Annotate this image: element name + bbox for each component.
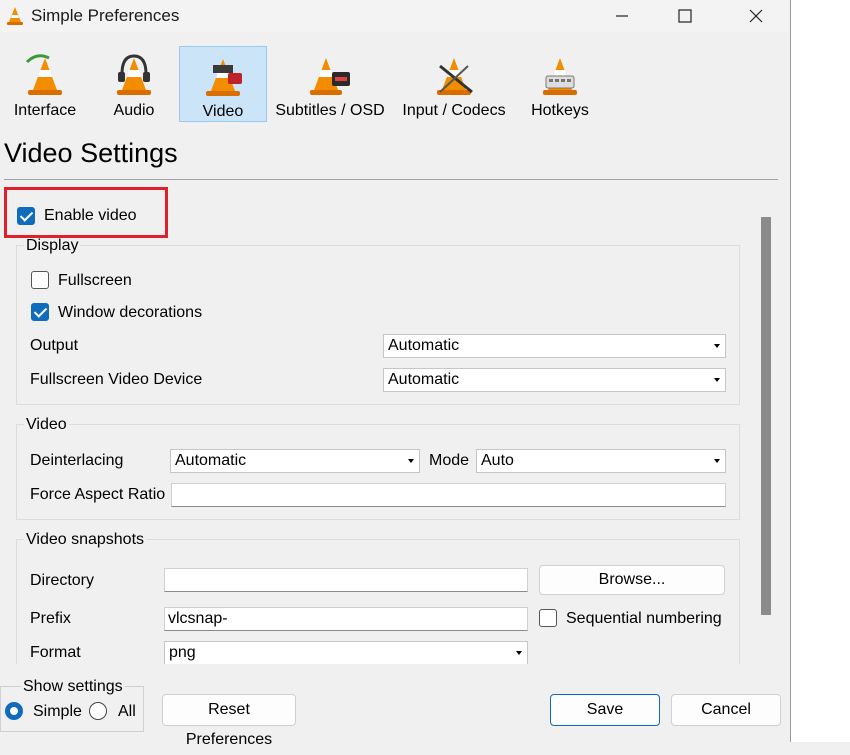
tab-audio[interactable]: Audio	[96, 46, 172, 122]
fullscreen-device-select[interactable]: Automatic	[383, 368, 726, 392]
scrollbar-thumb[interactable]	[761, 217, 771, 615]
tab-video[interactable]: Video	[179, 46, 267, 122]
subtitles-cone-icon	[310, 58, 350, 95]
mode-value: Auto	[481, 452, 514, 469]
fullscreen-label: Fullscreen	[58, 272, 132, 289]
browse-button[interactable]: Browse...	[539, 565, 725, 595]
output-value: Automatic	[388, 337, 460, 354]
tab-label: Interface	[13, 102, 77, 119]
interface-cone-icon	[25, 54, 62, 95]
tab-label: Hotkeys	[531, 102, 589, 119]
deinterlacing-select[interactable]: Automatic	[170, 449, 420, 473]
window-decorations-label: Window decorations	[58, 304, 203, 321]
video-cone-icon	[206, 59, 242, 96]
tab-hotkeys[interactable]: Hotkeys	[522, 46, 598, 122]
fullscreen-checkbox[interactable]	[31, 271, 49, 289]
chevron-down-icon	[714, 344, 720, 348]
reset-preferences-button[interactable]: Reset Preferences	[162, 694, 296, 748]
all-radio[interactable]	[89, 702, 107, 720]
minimize-icon	[616, 15, 628, 17]
sequential-numbering-label: Sequential numbering	[566, 610, 722, 627]
format-select[interactable]: png	[164, 641, 528, 664]
maximize-icon	[678, 9, 692, 23]
chevron-down-icon	[516, 651, 522, 655]
video-snapshots-group-title: Video snapshots	[24, 531, 147, 549]
audio-cone-icon	[117, 54, 151, 95]
output-select[interactable]: Automatic	[383, 334, 726, 358]
fullscreen-device-label: Fullscreen Video Device	[30, 371, 203, 388]
close-icon	[749, 9, 763, 23]
page-title: Video Settings	[4, 138, 178, 168]
chevron-down-icon	[714, 459, 720, 463]
desktop-background	[791, 0, 850, 742]
directory-input[interactable]	[164, 568, 528, 592]
chevron-down-icon	[408, 459, 414, 463]
deinterlacing-label: Deinterlacing	[30, 452, 124, 469]
window-decorations-checkbox[interactable]	[31, 303, 49, 321]
close-button[interactable]	[728, 0, 784, 32]
mode-label: Mode	[429, 452, 470, 469]
tab-label: Input / Codecs	[402, 102, 506, 119]
enable-video-label: Enable video	[44, 207, 137, 224]
chevron-down-icon	[714, 378, 720, 382]
format-value: png	[169, 644, 196, 661]
input-codecs-cone-icon	[437, 58, 473, 95]
display-group-title: Display	[24, 237, 81, 255]
aspect-ratio-input[interactable]	[171, 483, 726, 507]
maximize-button[interactable]	[657, 0, 713, 32]
save-button[interactable]: Save	[550, 694, 660, 726]
simple-radio[interactable]	[5, 702, 23, 720]
cancel-button[interactable]: Cancel	[671, 694, 781, 726]
simple-radio-label: Simple	[33, 703, 82, 720]
mode-select[interactable]: Auto	[476, 449, 726, 473]
show-settings-title: Show settings	[21, 678, 125, 696]
directory-label: Directory	[30, 572, 95, 589]
enable-video-checkbox[interactable]	[17, 207, 35, 225]
title-divider	[4, 179, 778, 180]
video-group-title: Video	[24, 416, 69, 434]
format-label: Format	[30, 644, 81, 661]
preferences-window: Simple Preferences Interface Audio Video…	[0, 0, 791, 748]
settings-scroll-area: Enable video Display Fullscreen Window d…	[4, 190, 756, 664]
tab-label: Video	[202, 103, 244, 120]
vlc-cone-icon	[7, 7, 23, 25]
tab-label: Audio	[113, 102, 155, 119]
aspect-ratio-label: Force Aspect Ratio	[30, 486, 166, 503]
tab-subtitles-osd[interactable]: Subtitles / OSD	[274, 46, 386, 122]
tab-input-codecs[interactable]: Input / Codecs	[398, 46, 510, 122]
hotkeys-cone-icon	[543, 58, 577, 95]
fullscreen-device-value: Automatic	[388, 371, 460, 388]
deinterlacing-value: Automatic	[175, 452, 247, 469]
prefix-label: Prefix	[30, 610, 71, 627]
minimize-button[interactable]	[594, 0, 650, 32]
prefix-input[interactable]: vlcsnap-	[164, 607, 528, 631]
title-bar: Simple Preferences	[0, 0, 790, 32]
output-label: Output	[30, 337, 79, 354]
all-radio-label: All	[118, 703, 136, 720]
window-title: Simple Preferences	[31, 6, 180, 25]
tab-interface[interactable]: Interface	[4, 46, 86, 122]
tab-label: Subtitles / OSD	[275, 102, 385, 119]
sequential-numbering-checkbox[interactable]	[539, 609, 557, 627]
